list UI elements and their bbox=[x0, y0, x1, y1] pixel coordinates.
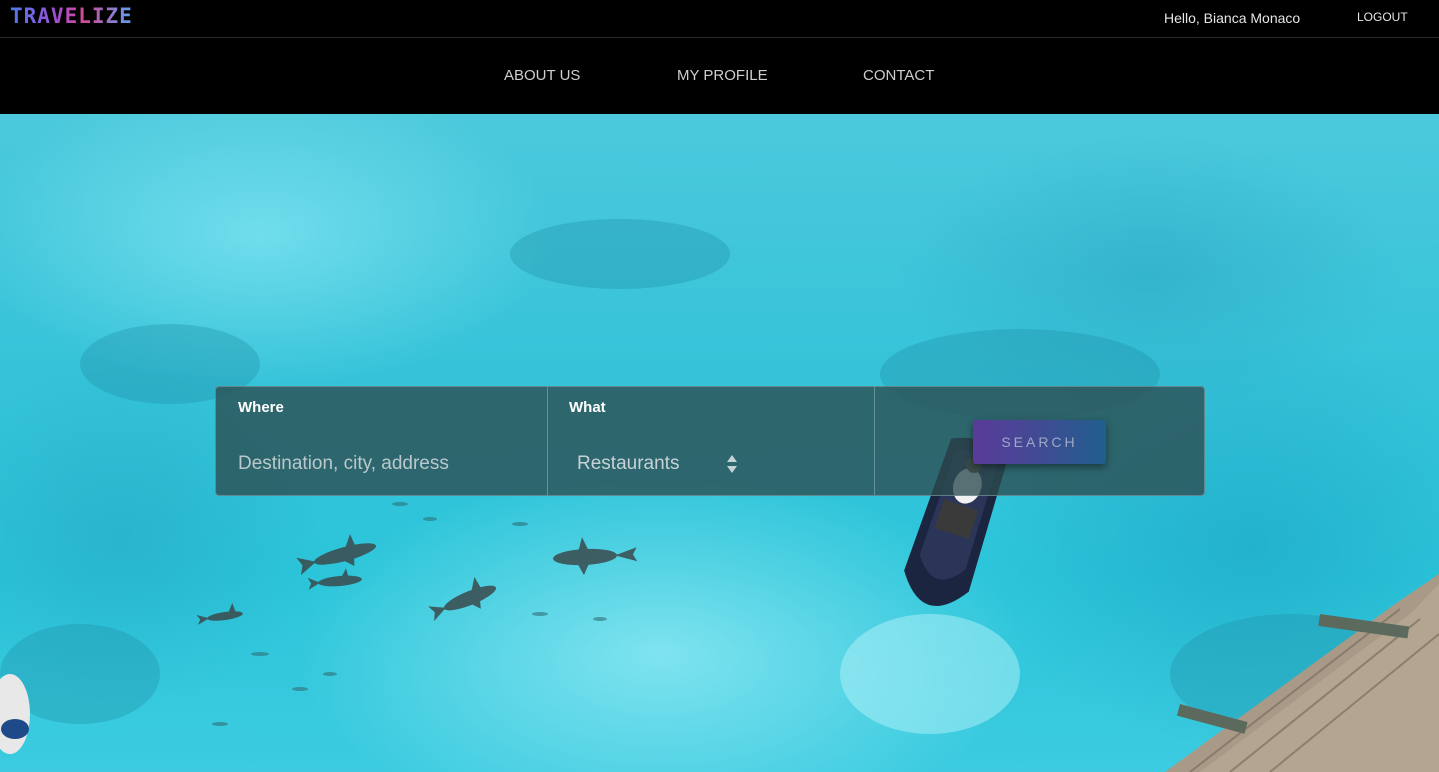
sharks-group bbox=[196, 534, 638, 625]
select-arrows-icon bbox=[727, 455, 737, 473]
hero-section: Where What Restaurants SEARCH bbox=[0, 114, 1439, 772]
search-panel: Where What Restaurants SEARCH bbox=[215, 386, 1205, 496]
what-selected-value: Restaurants bbox=[577, 453, 680, 474]
what-label: What bbox=[569, 399, 606, 416]
nav-contact[interactable]: CONTACT bbox=[863, 67, 934, 84]
field-divider bbox=[874, 387, 875, 495]
nav-my-profile[interactable]: MY PROFILE bbox=[677, 67, 768, 84]
what-select[interactable]: Restaurants bbox=[577, 449, 739, 479]
where-label: Where bbox=[238, 399, 284, 416]
nav-about-us[interactable]: ABOUT US bbox=[504, 67, 580, 84]
travelize-logo[interactable]: TRAVELIZE bbox=[10, 4, 133, 28]
top-bar: TRAVELIZE Hello, Bianca Monaco LOGOUT bbox=[0, 0, 1439, 38]
logout-link[interactable]: LOGOUT bbox=[1357, 10, 1408, 24]
field-divider bbox=[547, 387, 548, 495]
user-greeting: Hello, Bianca Monaco bbox=[1164, 10, 1301, 26]
search-button[interactable]: SEARCH bbox=[973, 420, 1106, 464]
where-input[interactable] bbox=[238, 449, 528, 479]
main-nav: ABOUT US MY PROFILE CONTACT bbox=[0, 38, 1439, 114]
